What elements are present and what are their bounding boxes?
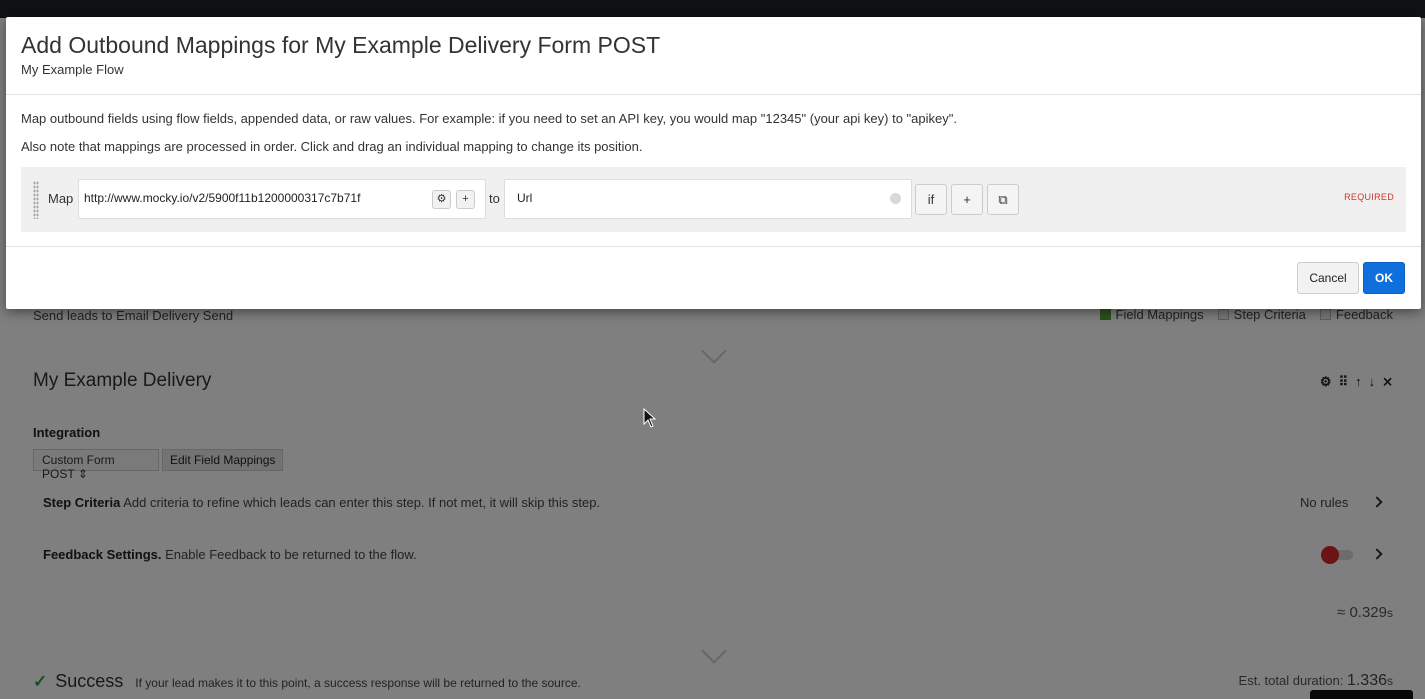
mapping-row[interactable]: Map http://www.mocky.io/v2/5900f11b12000…: [21, 167, 1406, 232]
source-value-input[interactable]: http://www.mocky.io/v2/5900f11b120000031…: [78, 179, 486, 219]
copy-icon[interactable]: ⧉: [987, 184, 1019, 215]
if-condition-button[interactable]: if: [915, 184, 947, 215]
ok-button[interactable]: OK: [1363, 262, 1405, 294]
target-field-text: Url: [517, 191, 533, 205]
modal-body: Map outbound fields using flow fields, a…: [6, 95, 1421, 247]
cancel-button[interactable]: Cancel: [1297, 262, 1359, 294]
outbound-mappings-modal: Add Outbound Mappings for My Example Del…: [6, 17, 1421, 309]
mapping-order-note: Also note that mappings are processed in…: [21, 139, 643, 154]
modal-title: Add Outbound Mappings for My Example Del…: [21, 32, 661, 58]
source-value-text: http://www.mocky.io/v2/5900f11b120000031…: [84, 191, 361, 205]
gear-icon[interactable]: ⚙: [432, 190, 451, 209]
modal-header: Add Outbound Mappings for My Example Del…: [6, 17, 1421, 95]
drag-handle-icon[interactable]: [33, 181, 39, 219]
target-field-input[interactable]: Url: [504, 179, 912, 219]
mapping-instructions: Map outbound fields using flow fields, a…: [21, 111, 957, 126]
add-source-button[interactable]: +: [456, 190, 475, 209]
required-badge: REQUIRED: [1344, 192, 1394, 202]
status-dot-icon: [890, 193, 901, 204]
to-label: to: [489, 191, 500, 206]
add-mapping-button[interactable]: +: [951, 184, 983, 215]
modal-subtitle: My Example Flow: [21, 62, 124, 77]
mouse-cursor-icon: [643, 408, 657, 428]
map-label: Map: [48, 191, 74, 206]
modal-footer: Cancel OK: [6, 247, 1421, 308]
